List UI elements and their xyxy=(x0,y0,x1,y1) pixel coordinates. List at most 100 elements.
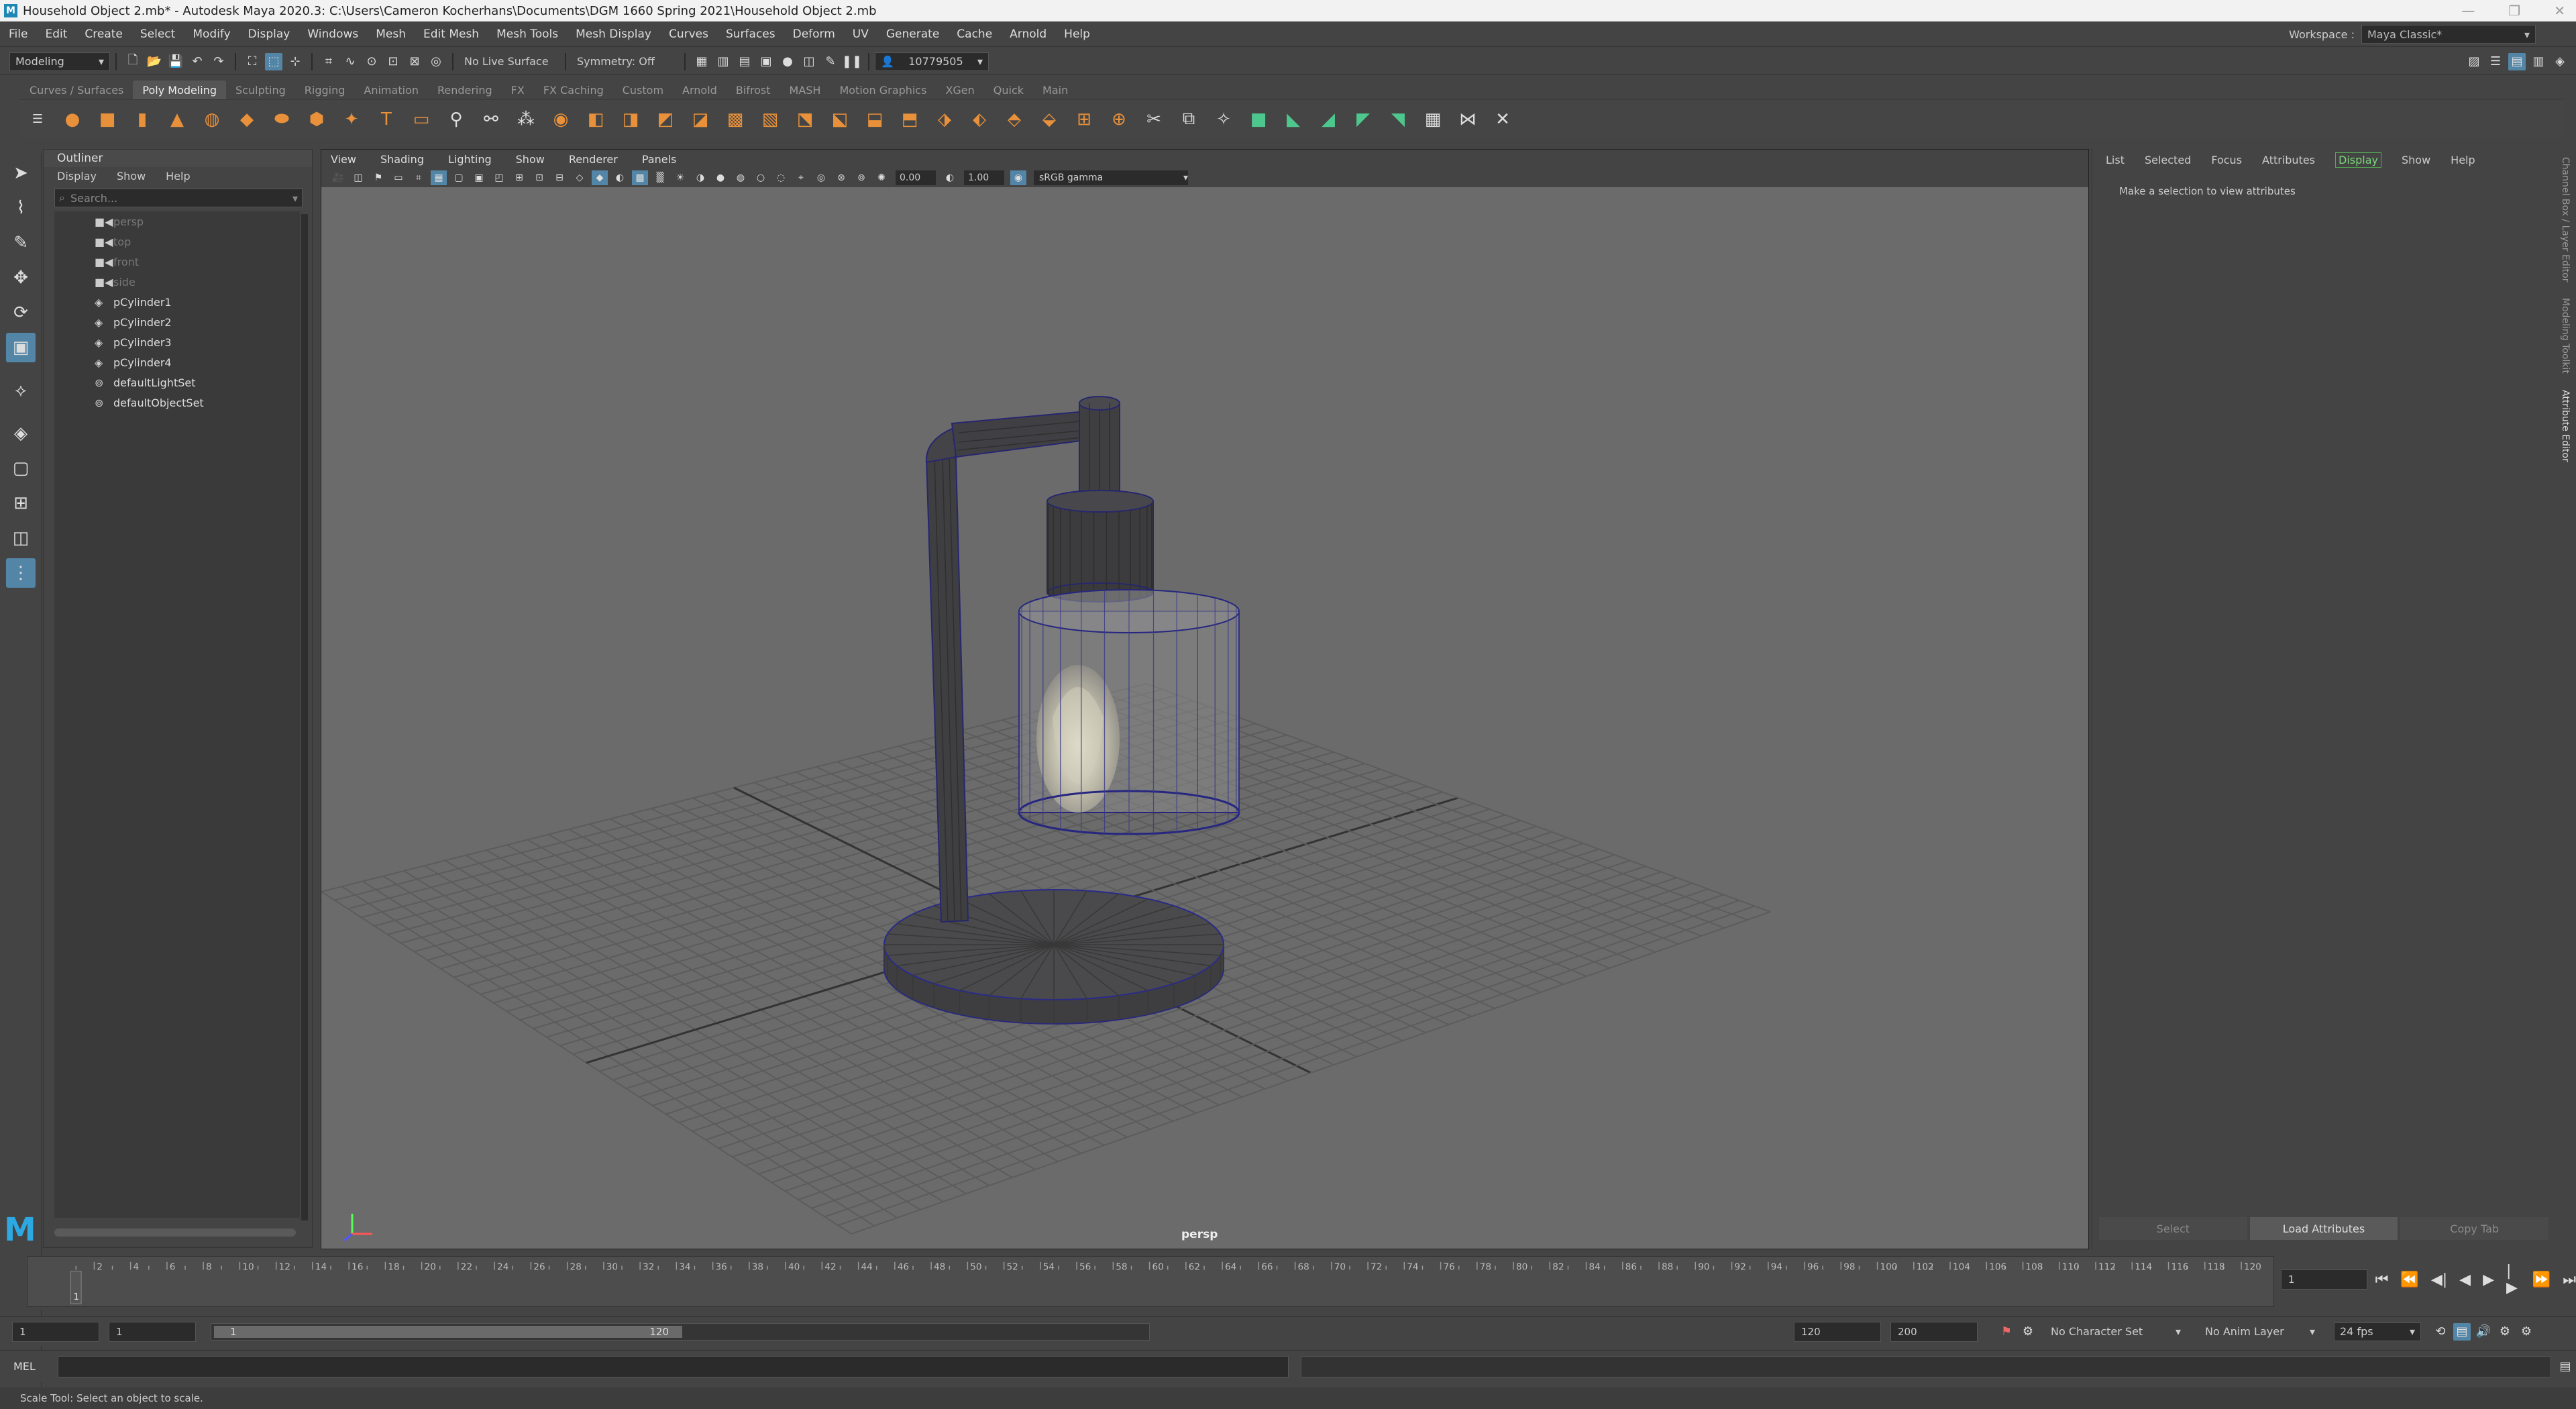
anim-prefs-icon[interactable]: ⚙ xyxy=(2518,1323,2535,1341)
attr-menu-attributes[interactable]: Attributes xyxy=(2262,154,2315,166)
wedge-icon[interactable]: ⬘ xyxy=(1001,106,1028,133)
shelf-tab-motion-graphics[interactable]: Motion Graphics xyxy=(830,81,936,99)
attr-menu-display[interactable]: Display xyxy=(2335,152,2381,168)
auto-key-icon[interactable]: ⚑ xyxy=(1998,1323,2015,1341)
shadows-icon[interactable]: ◑ xyxy=(692,170,708,185)
new-scene-icon[interactable]: 🗋 xyxy=(124,53,142,70)
textured-icon[interactable]: ▒ xyxy=(652,170,668,185)
cut-uvs-icon[interactable]: ✕ xyxy=(1489,106,1516,133)
poly-torus-icon[interactable]: ◍ xyxy=(199,106,225,133)
render-setup-icon[interactable]: ◫ xyxy=(800,53,818,70)
outliner-item[interactable]: ■◀ front xyxy=(54,252,300,272)
grid-toggle-icon[interactable]: ⌗ xyxy=(411,170,427,185)
select-component-icon[interactable]: ⊹ xyxy=(286,53,304,70)
select-camera-icon[interactable]: 🎥 xyxy=(330,170,346,185)
tool-settings-icon[interactable]: ▤ xyxy=(2508,52,2526,70)
light-editor-icon[interactable]: ✎ xyxy=(822,53,839,70)
snap-view-icon[interactable]: ⊡ xyxy=(384,53,402,70)
workspace-dropdown[interactable]: Maya Classic* ▾ xyxy=(2361,25,2536,44)
shelf-tab-sculpting[interactable]: Sculpting xyxy=(226,81,295,99)
copy-tab-button[interactable]: Copy Tab xyxy=(2400,1217,2549,1240)
render-view-icon[interactable]: ▦ xyxy=(693,53,710,70)
wireframe-icon[interactable]: ▦ xyxy=(431,170,447,185)
shelf-menu-icon[interactable]: ☰ xyxy=(24,106,51,133)
snap-surface-icon[interactable]: ⊠ xyxy=(406,53,423,70)
poly-cube-icon[interactable]: ■ xyxy=(94,106,121,133)
safe-title-icon[interactable]: ⊟ xyxy=(551,170,568,185)
poke-icon[interactable]: ⬖ xyxy=(966,106,993,133)
select-button[interactable]: Select xyxy=(2099,1217,2247,1240)
snap-point-icon[interactable]: ⊙ xyxy=(363,53,380,70)
shelf-tab-poly-modeling[interactable]: Poly Modeling xyxy=(133,81,227,99)
restore-icon[interactable]: ❐ xyxy=(2508,3,2520,19)
shelf-tab-main[interactable]: Main xyxy=(1033,81,1077,99)
soft-select-icon[interactable]: ◈ xyxy=(6,419,36,448)
modeling-toolkit-icon[interactable]: ▨ xyxy=(2465,53,2483,70)
layout-uvs-icon[interactable]: ▦ xyxy=(1419,106,1446,133)
gate-mask-icon[interactable]: ◰ xyxy=(491,170,507,185)
key-prefs-icon[interactable]: ⚙ xyxy=(2019,1323,2037,1341)
tab-attribute-editor[interactable]: Attribute Editor xyxy=(2560,390,2571,462)
circularize-icon[interactable]: ⊕ xyxy=(1106,106,1132,133)
target-weld-icon[interactable]: ✧ xyxy=(1210,106,1237,133)
resolution-gate-icon[interactable]: ▣ xyxy=(471,170,487,185)
hypershade-icon[interactable]: ● xyxy=(779,53,796,70)
menu-mesh-display[interactable]: Mesh Display xyxy=(567,21,660,47)
outliner-item[interactable]: ◈ pCylinder2 xyxy=(54,312,300,332)
viewport-menu-view[interactable]: View xyxy=(331,153,356,166)
redo-icon[interactable]: ↷ xyxy=(210,53,227,70)
step-forward-key-icon[interactable]: ⏩ xyxy=(2532,1271,2551,1288)
step-forward-frame-icon[interactable]: |▶ xyxy=(2506,1263,2520,1296)
live-surface-field[interactable]: No Live Surface xyxy=(459,52,559,71)
shelf-tab-arnold[interactable]: Arnold xyxy=(673,81,727,99)
ambient-occlusion-icon[interactable]: ● xyxy=(712,170,729,185)
shelf-tab-fx-caching[interactable]: FX Caching xyxy=(534,81,613,99)
single-view-icon[interactable]: ▢ xyxy=(6,454,36,483)
insert-edge-loop-icon[interactable]: ⧉ xyxy=(1175,106,1202,133)
platonic-solid-icon[interactable]: ⬢ xyxy=(303,106,330,133)
character-set-dropdown[interactable]: No Character Set ▾ xyxy=(2045,1322,2186,1341)
pause-viewport-icon[interactable]: ❚❚ xyxy=(842,53,862,70)
shelf-tab-rigging[interactable]: Rigging xyxy=(295,81,355,99)
menu-select[interactable]: Select xyxy=(131,21,184,47)
command-input[interactable] xyxy=(57,1355,1289,1377)
viewport-menu-renderer[interactable]: Renderer xyxy=(569,153,618,166)
cylindrical-mapping-icon[interactable]: ◢ xyxy=(1315,106,1342,133)
default-material-icon[interactable]: ◐ xyxy=(612,170,628,185)
safe-action-icon[interactable]: ⊡ xyxy=(531,170,547,185)
outliner-menu-show[interactable]: Show xyxy=(117,170,146,182)
sound-icon[interactable]: 🔊 xyxy=(2475,1323,2492,1341)
shelf-tab-xgen[interactable]: XGen xyxy=(936,81,983,99)
go-to-end-icon[interactable]: ⏭ xyxy=(2563,1271,2576,1288)
playback-start-field[interactable]: 1 xyxy=(109,1321,196,1342)
attr-menu-focus[interactable]: Focus xyxy=(2211,154,2242,166)
scale-tool-icon[interactable]: ▣ xyxy=(6,333,36,362)
shelf-tab-mash[interactable]: MASH xyxy=(780,81,830,99)
viewport-menu-show[interactable]: Show xyxy=(516,153,545,166)
close-icon[interactable]: ✕ xyxy=(2554,3,2565,19)
motion-blur-icon[interactable]: ◍ xyxy=(733,170,749,185)
xray-icon[interactable]: ◎ xyxy=(813,170,829,185)
attr-menu-show[interactable]: Show xyxy=(2402,154,2430,166)
loop-icon[interactable]: ⟲ xyxy=(2432,1323,2449,1341)
append-polygon-icon[interactable]: ⬗ xyxy=(931,106,958,133)
planar-mapping-icon[interactable]: ◣ xyxy=(1280,106,1307,133)
shelf-tab-curves-surfaces[interactable]: Curves / Surfaces xyxy=(20,81,133,99)
anti-aliasing-icon[interactable]: ○ xyxy=(753,170,769,185)
depth-of-field-icon[interactable]: ◌ xyxy=(773,170,789,185)
wireframe-on-shaded-icon[interactable]: ▩ xyxy=(632,170,648,185)
menu-display[interactable]: Display xyxy=(239,21,299,47)
outliner-item[interactable]: ◈ pCylinder1 xyxy=(54,292,300,312)
exposure-field[interactable]: 0.00 xyxy=(896,170,936,185)
mirror-icon[interactable]: ◩ xyxy=(652,106,679,133)
remesh-icon[interactable]: ▩ xyxy=(722,106,749,133)
outliner-scrollbar[interactable] xyxy=(301,214,308,1220)
attribute-editor-icon[interactable]: ☰ xyxy=(2487,53,2504,70)
menu-help[interactable]: Help xyxy=(1055,21,1099,47)
search-input[interactable]: Search... xyxy=(70,192,292,205)
range-slider-handle[interactable]: 1 120 xyxy=(214,1325,682,1338)
play-forwards-icon[interactable]: ▶ xyxy=(2483,1271,2494,1288)
outliner-item[interactable]: ■◀ side xyxy=(54,272,300,292)
tab-modeling-toolkit[interactable]: Modeling Toolkit xyxy=(2560,298,2571,374)
attr-menu-list[interactable]: List xyxy=(2106,154,2125,166)
